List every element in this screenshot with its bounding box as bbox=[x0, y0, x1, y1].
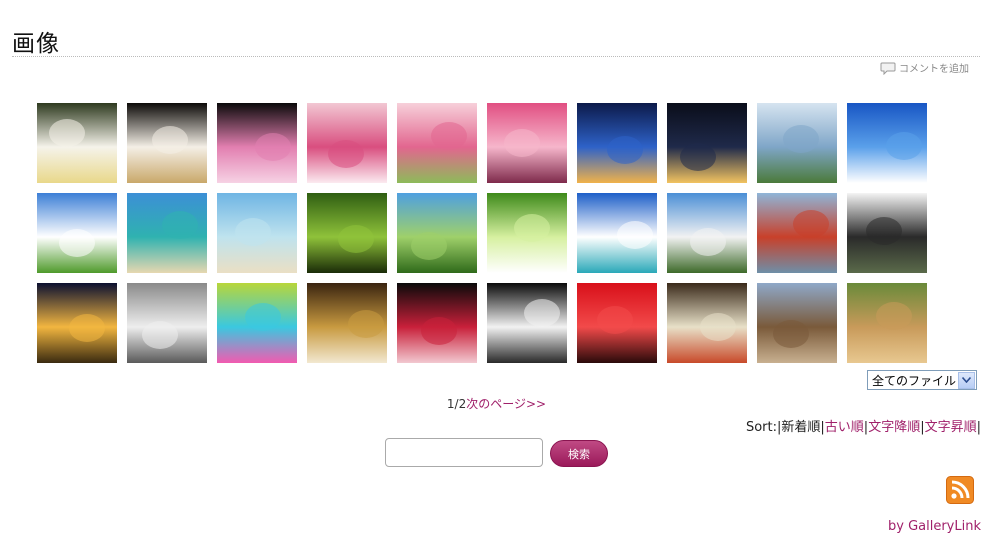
thumbnail-image bbox=[757, 103, 837, 183]
gallery-thumbnail-pink-blossoms-closeup[interactable] bbox=[487, 103, 567, 183]
gallery-thumbnail-green-forest[interactable] bbox=[307, 193, 387, 273]
thumbnail-image bbox=[487, 283, 567, 363]
gallerylink-credit[interactable]: by GalleryLink bbox=[888, 519, 981, 534]
file-filter-select[interactable]: 全てのファイル bbox=[867, 370, 977, 390]
gallery-thumbnail-plumeria-flowers[interactable] bbox=[37, 103, 117, 183]
chevron-down-icon[interactable] bbox=[958, 371, 975, 389]
gallery-thumbnail-bokeh-bubbles[interactable] bbox=[217, 283, 297, 363]
thumbnail-image bbox=[217, 193, 297, 273]
thumbnail-image bbox=[307, 283, 387, 363]
thumbnail-image bbox=[397, 283, 477, 363]
gallery-thumbnail-white-plum-blossom[interactable] bbox=[127, 103, 207, 183]
thumbnail-image bbox=[127, 283, 207, 363]
search-input[interactable] bbox=[385, 438, 543, 467]
thumbnail-image bbox=[667, 283, 747, 363]
thumbnail-image bbox=[577, 103, 657, 183]
sort-options: Sort:|新着順|古い順|文字降順|文字昇順| bbox=[745, 420, 981, 435]
pagination: 1/2次のページ>> bbox=[0, 395, 993, 412]
thumbnail-image bbox=[217, 283, 297, 363]
sort-active-newest: 新着順 bbox=[781, 420, 821, 435]
gallery-thumbnail-lion-resting[interactable] bbox=[847, 283, 927, 363]
title-divider bbox=[12, 56, 980, 57]
gallery-thumbnail-sashimi-platter[interactable] bbox=[667, 283, 747, 363]
sort-oldest-link[interactable]: 古い順 bbox=[825, 420, 864, 435]
thumbnail-image bbox=[847, 193, 927, 273]
gallery-thumbnail-gold-pocket-watch[interactable] bbox=[307, 283, 387, 363]
gallery-thumbnail-city-night-view[interactable] bbox=[667, 103, 747, 183]
thumbnail-image bbox=[667, 193, 747, 273]
gallery-thumbnail-tropical-beach[interactable] bbox=[127, 193, 207, 273]
search-button[interactable]: 検索 bbox=[550, 440, 608, 467]
thumbnail-image bbox=[487, 103, 567, 183]
file-filter-value: 全てのファイル bbox=[872, 373, 957, 388]
thumbnail-image bbox=[397, 193, 477, 273]
gallery-thumbnail-white-castle[interactable] bbox=[847, 193, 927, 273]
gallery-thumbnail-white-sand-beach[interactable] bbox=[217, 193, 297, 273]
thumbnail-image bbox=[127, 103, 207, 183]
thumbnail-image bbox=[397, 103, 477, 183]
thumbnail-image bbox=[127, 193, 207, 273]
gallery-thumbnail-torii-gate-sea[interactable] bbox=[757, 193, 837, 273]
gallery-thumbnail-sunlight-leaves[interactable] bbox=[487, 193, 567, 273]
gallery-thumbnail-tropical-sunset[interactable] bbox=[577, 103, 657, 183]
thumbnail-image bbox=[487, 193, 567, 273]
thumbnail-image bbox=[667, 103, 747, 183]
thumbnail-image bbox=[847, 103, 927, 183]
thumbnail-image bbox=[757, 193, 837, 273]
gallery-thumbnail-red-umbrella[interactable] bbox=[577, 283, 657, 363]
sort-text-asc-link[interactable]: 文字昇順 bbox=[925, 420, 977, 435]
add-comment-link[interactable]: コメントを追加 bbox=[880, 60, 969, 75]
thumbnail-image bbox=[847, 283, 927, 363]
gallery-thumbnail-green-field-sky[interactable] bbox=[37, 193, 117, 273]
gallery-thumbnail-milk-crown[interactable] bbox=[127, 283, 207, 363]
thumbnail-image bbox=[757, 283, 837, 363]
gallery-thumbnail-deer[interactable] bbox=[757, 283, 837, 363]
thumbnail-image bbox=[37, 193, 117, 273]
rss-feed-icon[interactable] bbox=[946, 476, 974, 504]
thumbnail-image bbox=[37, 283, 117, 363]
gallery-thumbnail-pink-lotus[interactable] bbox=[217, 103, 297, 183]
thumbnail-image bbox=[307, 193, 387, 273]
image-gallery bbox=[37, 103, 927, 363]
thumbnail-image bbox=[217, 103, 297, 183]
gallery-thumbnail-clouds-over-hill[interactable] bbox=[757, 103, 837, 183]
gallery-thumbnail-blue-sky-sea[interactable] bbox=[577, 193, 657, 273]
page-indicator: 1/2 bbox=[446, 397, 467, 411]
thumbnail-image bbox=[307, 103, 387, 183]
gallery-thumbnail-piano-keys[interactable] bbox=[487, 283, 567, 363]
gallery-thumbnail-pink-roses[interactable] bbox=[397, 103, 477, 183]
gallery-thumbnail-single-tree-field[interactable] bbox=[397, 193, 477, 273]
thumbnail-image bbox=[37, 103, 117, 183]
sort-label: Sort: bbox=[745, 420, 777, 435]
thumbnail-image bbox=[577, 193, 657, 273]
gallery-thumbnail-clock-tower[interactable] bbox=[667, 193, 747, 273]
add-comment-label: コメントを追加 bbox=[899, 64, 969, 75]
speech-bubble-icon bbox=[880, 62, 896, 75]
gallery-thumbnail-red-gemstone[interactable] bbox=[397, 283, 477, 363]
thumbnail-image bbox=[577, 283, 657, 363]
gallery-thumbnail-temple-night[interactable] bbox=[37, 283, 117, 363]
sort-text-desc-link[interactable]: 文字降順 bbox=[868, 420, 920, 435]
page-title: 画像 bbox=[12, 31, 60, 57]
gallery-thumbnail-pink-bouquet[interactable] bbox=[307, 103, 387, 183]
gallery-thumbnail-blue-sky-clouds[interactable] bbox=[847, 103, 927, 183]
next-page-link[interactable]: 次のページ>> bbox=[466, 397, 546, 411]
